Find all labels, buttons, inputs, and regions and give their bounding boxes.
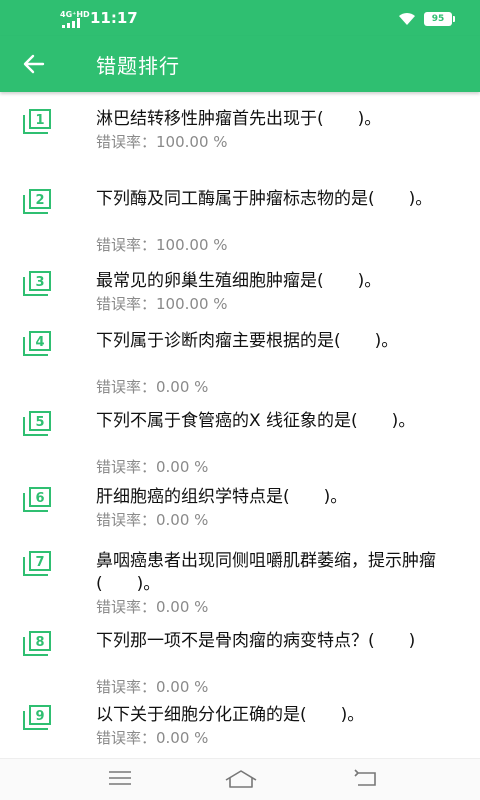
question-row[interactable]: 7 鼻咽癌患者出现同侧咀嚼肌群萎缩，提示肿瘤( )。错误率：0.00 % (0, 542, 480, 622)
svg-text:9: 9 (35, 709, 44, 724)
status-bar: 4G⁺HD 11:17 95 (0, 0, 480, 36)
number-badge-icon: 8 (23, 631, 51, 656)
navigation-bar (0, 758, 480, 800)
number-badge-icon: 4 (23, 331, 51, 356)
back-button[interactable] (18, 48, 58, 80)
question-row[interactable]: 3 最常见的卵巢生殖细胞肿瘤是( )。 错误率：100.00 % (0, 262, 480, 322)
question-text: 下列不属于食管癌的X 线征象的是( )。 (96, 411, 416, 431)
error-rate: 错误率：0.00 % (96, 598, 209, 616)
page-title: 错题排行 (96, 54, 180, 78)
home-icon[interactable] (224, 769, 258, 789)
error-rate: 错误率：0.00 % (96, 458, 209, 476)
question-text: 鼻咽癌患者出现同侧咀嚼肌群萎缩，提示肿瘤( )。 (96, 551, 436, 594)
question-row[interactable]: 1 淋巴结转移性肿瘤首先出现于( )。 错误率：100.00 % (0, 100, 480, 180)
question-row[interactable]: 9 以下关于细胞分化正确的是( )。 错误率：0.00 % (0, 696, 480, 756)
svg-text:7: 7 (35, 555, 44, 570)
number-badge-icon: 1 (23, 109, 51, 134)
signal-icon (62, 18, 84, 28)
error-rate: 错误率：0.00 % (96, 678, 209, 696)
svg-text:1: 1 (35, 113, 44, 128)
error-rate: 错误率：0.00 % (96, 511, 209, 529)
question-text: 肝细胞癌的组织学特点是( )。 (96, 487, 348, 507)
arrow-left-icon (23, 54, 45, 74)
svg-text:3: 3 (35, 275, 44, 290)
svg-text:4: 4 (35, 335, 44, 350)
number-badge-icon: 6 (23, 487, 51, 512)
svg-text:8: 8 (35, 635, 44, 650)
question-text: 下列属于诊断肉瘤主要根据的是( )。 (96, 331, 399, 351)
number-badge-icon: 5 (23, 411, 51, 436)
status-time: 11:17 (90, 9, 138, 27)
battery-icon: 95 (424, 12, 455, 26)
number-badge-icon: 2 (23, 189, 51, 214)
question-row[interactable]: 4 下列属于诊断肉瘤主要根据的是( )。 错误率：0.00 % (0, 322, 480, 402)
menu-icon[interactable] (108, 769, 132, 787)
number-badge-icon: 7 (23, 551, 51, 576)
svg-text:5: 5 (35, 415, 44, 430)
error-rate: 错误率：100.00 % (96, 295, 228, 313)
question-text: 下列酶及同工酶属于肿瘤标志物的是( )。 (96, 189, 433, 209)
error-rate: 错误率：100.00 % (96, 133, 228, 151)
question-text: 下列那一项不是骨肉瘤的病变特点？( ) (96, 631, 416, 651)
question-row[interactable]: 8 下列那一项不是骨肉瘤的病变特点？( ) 错误率：0.00 % (0, 622, 480, 696)
question-text: 以下关于细胞分化正确的是( )。 (96, 705, 365, 725)
number-badge-icon: 9 (23, 705, 51, 730)
question-text: 淋巴结转移性肿瘤首先出现于( )。 (96, 109, 382, 129)
wifi-icon (399, 12, 415, 25)
app-bar: 错题排行 (0, 36, 480, 92)
error-rate: 错误率：100.00 % (96, 236, 228, 254)
question-row[interactable]: 6 肝细胞癌的组织学特点是( )。 错误率：0.00 % (0, 478, 480, 542)
error-rate: 错误率：0.00 % (96, 378, 209, 396)
question-row[interactable]: 2 下列酶及同工酶属于肿瘤标志物的是( )。 错误率：100.00 % (0, 180, 480, 262)
svg-text:6: 6 (35, 491, 44, 506)
svg-text:2: 2 (35, 193, 44, 208)
question-row[interactable]: 5 下列不属于食管癌的X 线征象的是( )。 错误率：0.00 % (0, 402, 480, 478)
back-nav-icon[interactable] (354, 769, 378, 789)
question-text: 最常见的卵巢生殖细胞肿瘤是( )。 (96, 271, 382, 291)
error-rate: 错误率：0.00 % (96, 729, 209, 747)
question-list: 1 淋巴结转移性肿瘤首先出现于( )。 错误率：100.00 % 2 下列酶及同工酶属于… (0, 100, 480, 756)
number-badge-icon: 3 (23, 271, 51, 296)
